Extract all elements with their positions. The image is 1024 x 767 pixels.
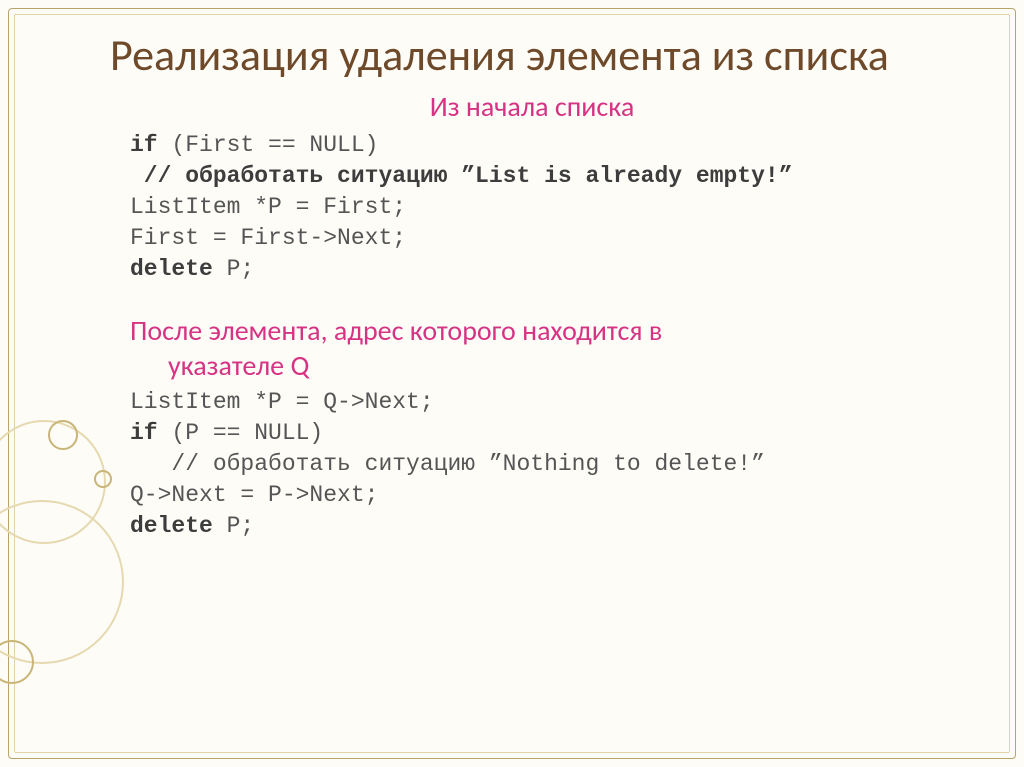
code-comment: // обработать ситуацию ”Nothing to delet… [130,451,765,477]
deco-circle-icon [0,500,124,664]
code-text: Q->Next = P->Next; [130,482,378,508]
code-text: First = First->Next; [130,225,406,251]
heading-line2: указателе Q [168,348,954,383]
slide-title: Реализация удаления элемента из списка [110,30,954,81]
heading-line1: После элемента, адрес которого находится… [130,313,662,348]
code-text: ListItem *P = Q->Next; [130,389,434,415]
kw-if: if [130,132,158,158]
section1-heading: Из начала списка [110,89,954,124]
frame-inner [14,14,1010,753]
section2-heading: После элемента, адрес которого находится… [130,313,954,383]
code-block-2: ListItem *P = Q->Next; if (P == NULL) //… [130,387,954,542]
code-text: P; [213,256,254,282]
deco-circle-icon [48,420,78,450]
code-comment: // обработать ситуацию ”List is already … [130,163,793,189]
deco-circle-icon [0,640,34,684]
kw-if: if [130,420,158,446]
deco-circle-icon [0,420,106,544]
slide: Реализация удаления элемента из списка И… [0,0,1024,767]
code-text: P; [213,513,254,539]
code-block-1: if (First == NULL) // обработать ситуаци… [130,130,954,285]
code-text: (P == NULL) [158,420,324,446]
kw-delete: delete [130,513,213,539]
code-text: (First == NULL) [158,132,379,158]
code-text: ListItem *P = First; [130,194,406,220]
deco-circle-icon [94,470,112,488]
kw-delete: delete [130,256,213,282]
